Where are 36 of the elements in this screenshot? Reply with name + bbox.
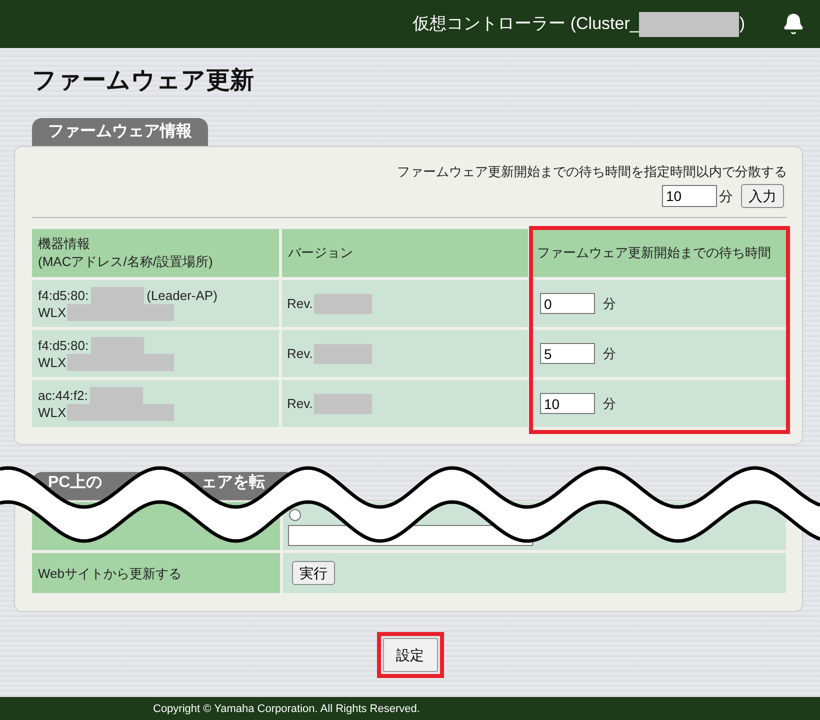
column-header-text: 機器情報 [38, 235, 91, 253]
controller-title: 仮想コントローラー (Cluster_ [412, 13, 640, 35]
web-update-label: Webサイトから更新する [38, 564, 182, 582]
mac-address-text: f4:d5:80: [38, 286, 89, 304]
column-header-text: ファームウェア更新開始までの待ち時間 [537, 244, 772, 262]
section-heading-title: PC上の [48, 475, 102, 491]
radio-button[interactable] [289, 509, 301, 521]
mac-address-text: ac:44:f2: [38, 386, 88, 404]
device-name-text: WLX [38, 304, 66, 320]
spread-time-field[interactable]: 10 [662, 185, 717, 207]
version-text: Rev. [287, 295, 313, 312]
mac-address-text: f4:d5:80: [38, 336, 89, 354]
notification-bell-icon[interactable] [782, 12, 805, 36]
device-name-text: WLX [38, 404, 66, 420]
spread-description: ファームウェア更新開始までの待ち時間を指定時間以内で分散する [397, 164, 787, 180]
wait-time-field[interactable]: 10 [540, 393, 595, 414]
copyright-text: Copyright © Yamaha Corporation. All Rights Reserved. [153, 702, 420, 716]
column-header-text: バージョン [288, 244, 354, 262]
unit-label: 分 [603, 395, 616, 412]
wait-time-field[interactable]: 5 [540, 343, 595, 364]
role-text: (Leader-AP) [146, 286, 218, 304]
section-heading-title: ェアを転 [201, 475, 266, 491]
unit-label: 分 [719, 187, 733, 205]
unit-label: 分 [603, 295, 616, 312]
unit-label: 分 [603, 345, 616, 362]
page-title: ファームウェア更新 [32, 66, 254, 96]
version-text: Rev. [287, 395, 313, 412]
run-button[interactable]: 実行 [292, 561, 335, 585]
wait-time-field[interactable]: 0 [540, 293, 595, 314]
section-heading-title: ファームウェア情報 [48, 123, 192, 140]
input-button[interactable]: 入力 [741, 184, 784, 208]
controller-title-end: ) [739, 13, 745, 35]
version-text: Rev. [287, 345, 313, 362]
column-header-text: (MACアドレス/名称/設置場所) [38, 253, 214, 271]
device-name-text: WLX [38, 354, 66, 370]
settings-button[interactable]: 設定 [382, 638, 438, 672]
